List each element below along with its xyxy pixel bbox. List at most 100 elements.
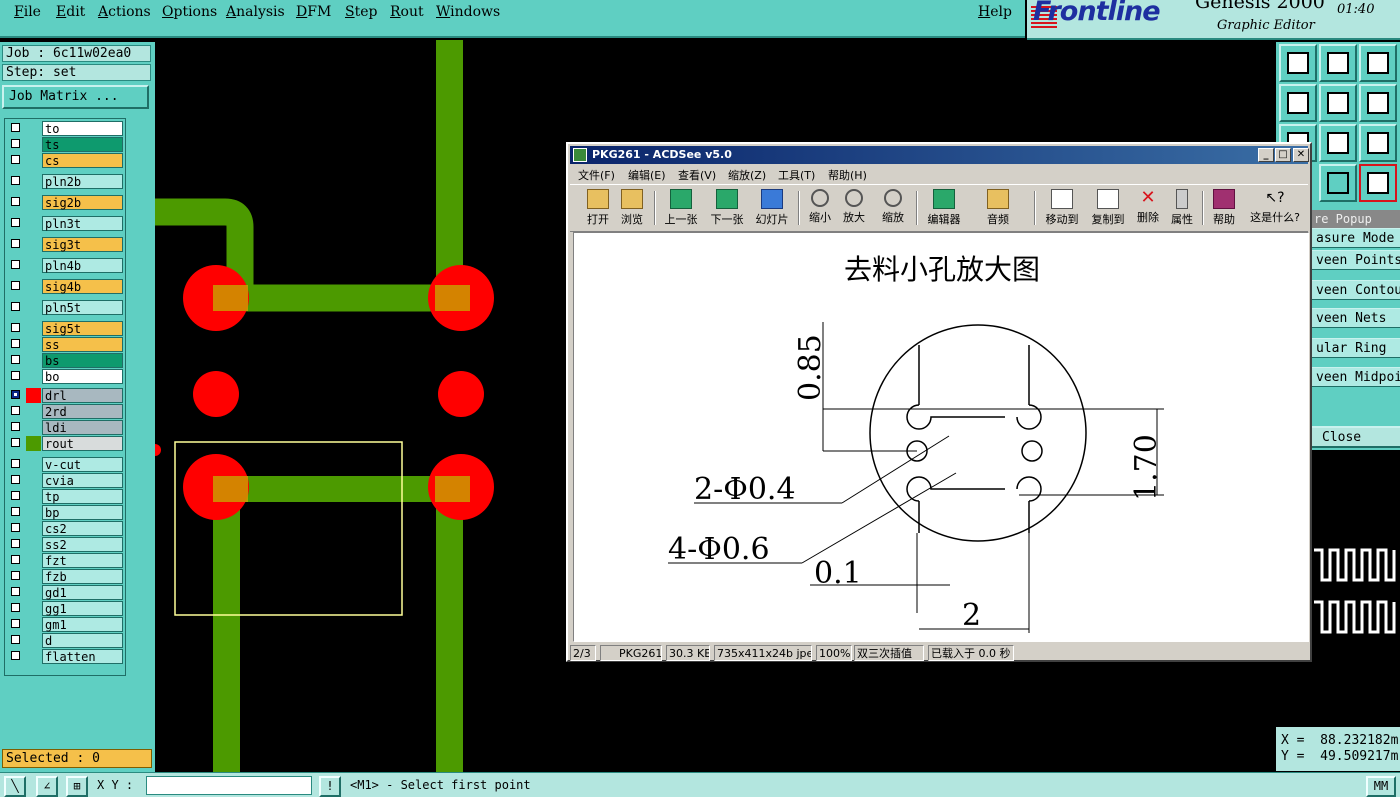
layer-row-pln2b[interactable]: pln2b bbox=[7, 174, 123, 189]
layer-checkbox[interactable] bbox=[11, 539, 20, 548]
tool-open[interactable]: 打开 bbox=[584, 187, 612, 229]
layer-row-fzb[interactable]: fzb bbox=[7, 569, 123, 584]
acdsee-menu-file[interactable]: 文件(F) bbox=[578, 167, 615, 183]
layer-row-drl[interactable]: drl bbox=[7, 388, 123, 403]
layer-row-ss[interactable]: ss bbox=[7, 337, 123, 352]
layer-row-cvia[interactable]: cvia bbox=[7, 473, 123, 488]
job-matrix-button[interactable]: Job Matrix ... bbox=[2, 85, 149, 109]
tool-move-to[interactable]: 移动到 bbox=[1042, 187, 1082, 229]
tool-whats-this[interactable]: ↖? 这是什么? bbox=[1246, 187, 1304, 229]
popup-item-measure-mode[interactable]: asure Mode bbox=[1312, 228, 1400, 248]
layer-checkbox[interactable] bbox=[11, 390, 20, 399]
layer-checkbox[interactable] bbox=[11, 355, 20, 364]
grid-mode-button[interactable]: ⊞ bbox=[66, 776, 88, 797]
layer-checkbox[interactable] bbox=[11, 587, 20, 596]
tool-delete[interactable]: ✕ 删除 bbox=[1134, 187, 1162, 229]
tool-help[interactable]: 帮助 bbox=[1210, 187, 1238, 229]
tool-zoom-in[interactable]: 放大 bbox=[840, 187, 868, 229]
tool-slideshow[interactable]: 幻灯片 bbox=[753, 187, 791, 229]
layer-row-gg1[interactable]: gg1 bbox=[7, 601, 123, 616]
menu-edit[interactable]: Edit bbox=[56, 4, 85, 20]
layer-checkbox[interactable] bbox=[11, 260, 20, 269]
menu-options[interactable]: Options bbox=[162, 4, 217, 20]
measure-button[interactable] bbox=[1319, 164, 1357, 202]
layer-row-bs[interactable]: bs bbox=[7, 353, 123, 368]
acdsee-menu-zoom[interactable]: 缩放(Z) bbox=[728, 167, 766, 183]
acdsee-menu-help[interactable]: 帮助(H) bbox=[828, 167, 867, 183]
layer-row-tp[interactable]: tp bbox=[7, 489, 123, 504]
popup-item-between-contours[interactable]: veen Contou bbox=[1312, 280, 1400, 300]
center-button[interactable] bbox=[1319, 124, 1357, 162]
layer-checkbox[interactable] bbox=[11, 281, 20, 290]
layer-checkbox[interactable] bbox=[11, 302, 20, 311]
image-viewport[interactable]: 去料小孔放大图 0.85 1.70 2-Φ0.4 4-Φ0.6 0.1 2 bbox=[573, 232, 1309, 642]
menu-windows[interactable]: Windows bbox=[436, 4, 500, 20]
layer-checkbox[interactable] bbox=[11, 139, 20, 148]
snap-button[interactable] bbox=[1359, 164, 1397, 202]
pan-down-button[interactable] bbox=[1319, 44, 1357, 82]
layer-checkbox[interactable] bbox=[11, 619, 20, 628]
layer-row-cs2[interactable]: cs2 bbox=[7, 521, 123, 536]
acdsee-menu-tools[interactable]: 工具(T) bbox=[778, 167, 815, 183]
units-button[interactable]: MM bbox=[1366, 776, 1396, 797]
tool-zoom[interactable]: 缩放 bbox=[876, 187, 910, 229]
layer-row-d[interactable]: d bbox=[7, 633, 123, 648]
layer-row-ss2[interactable]: ss2 bbox=[7, 537, 123, 552]
layer-row-sig5t[interactable]: sig5t bbox=[7, 321, 123, 336]
layer-checkbox[interactable] bbox=[11, 523, 20, 532]
angle-mode-button[interactable]: ∠ bbox=[36, 776, 58, 797]
menu-step[interactable]: Step bbox=[345, 4, 377, 20]
menu-dfm[interactable]: DFM bbox=[296, 4, 331, 20]
layer-row-gd1[interactable]: gd1 bbox=[7, 585, 123, 600]
layer-row-rout[interactable]: rout bbox=[7, 436, 123, 451]
pan-left-button[interactable] bbox=[1279, 84, 1317, 122]
layer-checkbox[interactable] bbox=[11, 491, 20, 500]
alert-button[interactable]: ! bbox=[319, 776, 341, 797]
acdsee-titlebar[interactable]: PKG261 - ACDSee v5.0 _ □ ✕ bbox=[570, 146, 1309, 164]
close-button[interactable]: ✕ bbox=[1293, 148, 1309, 162]
acdsee-menu-edit[interactable]: 编辑(E) bbox=[628, 167, 666, 183]
layer-row-bp[interactable]: bp bbox=[7, 505, 123, 520]
layer-checkbox[interactable] bbox=[11, 123, 20, 132]
layer-row-v-cut[interactable]: v-cut bbox=[7, 457, 123, 472]
tool-audio[interactable]: 音频 bbox=[984, 187, 1012, 229]
layer-checkbox[interactable] bbox=[11, 438, 20, 447]
home-view-button[interactable] bbox=[1359, 44, 1397, 82]
menu-file[interactable]: File bbox=[14, 4, 41, 20]
layer-checkbox[interactable] bbox=[11, 571, 20, 580]
menu-rout[interactable]: Rout bbox=[390, 4, 424, 20]
tool-next[interactable]: 下一张 bbox=[708, 187, 746, 229]
layer-row-cs[interactable]: cs bbox=[7, 153, 123, 168]
layer-checkbox[interactable] bbox=[11, 651, 20, 660]
layer-checkbox[interactable] bbox=[11, 475, 20, 484]
layer-row-to[interactable]: to bbox=[7, 121, 123, 136]
tool-properties[interactable]: 属性 bbox=[1168, 187, 1196, 229]
popup-close-button[interactable]: Close bbox=[1312, 426, 1400, 448]
layer-row-pln4b[interactable]: pln4b bbox=[7, 258, 123, 273]
menu-help[interactable]: Help bbox=[978, 4, 1012, 20]
layer-row-gm1[interactable]: gm1 bbox=[7, 617, 123, 632]
tool-zoom-out[interactable]: 缩小 bbox=[806, 187, 834, 229]
tool-copy-to[interactable]: 复制到 bbox=[1088, 187, 1128, 229]
layer-checkbox[interactable] bbox=[11, 422, 20, 431]
layer-row-2rd[interactable]: 2rd bbox=[7, 404, 123, 419]
pan-right-button[interactable] bbox=[1319, 84, 1357, 122]
popup-item-between-points[interactable]: veen Points bbox=[1312, 250, 1400, 270]
layer-row-sig4b[interactable]: sig4b bbox=[7, 279, 123, 294]
layer-row-bo[interactable]: bo bbox=[7, 369, 123, 384]
layer-checkbox[interactable] bbox=[11, 155, 20, 164]
acdsee-menu-view[interactable]: 查看(V) bbox=[678, 167, 716, 183]
layer-checkbox[interactable] bbox=[11, 339, 20, 348]
maximize-button[interactable]: □ bbox=[1275, 148, 1291, 162]
tool-editor[interactable]: 编辑器 bbox=[924, 187, 964, 229]
layer-row-sig3t[interactable]: sig3t bbox=[7, 237, 123, 252]
layer-checkbox[interactable] bbox=[11, 603, 20, 612]
layer-row-ldi[interactable]: ldi bbox=[7, 420, 123, 435]
layer-row-fzt[interactable]: fzt bbox=[7, 553, 123, 568]
layer-row-sig2b[interactable]: sig2b bbox=[7, 195, 123, 210]
layer-checkbox[interactable] bbox=[11, 239, 20, 248]
layer-row-flatten[interactable]: flatten bbox=[7, 649, 123, 664]
layer-checkbox[interactable] bbox=[11, 371, 20, 380]
layer-row-pln3t[interactable]: pln3t bbox=[7, 216, 123, 231]
snap-mode-button[interactable]: ╲ bbox=[4, 776, 26, 797]
